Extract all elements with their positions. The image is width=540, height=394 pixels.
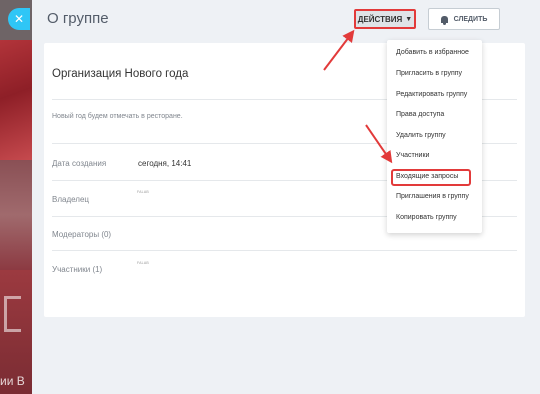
owner-avatar[interactable]: FALAB [137,190,149,194]
field-label-moderators: Модераторы (0) [52,230,112,239]
menu-item-copy[interactable]: Копировать группу [396,214,457,221]
follow-button[interactable]: СЛЕДИТЬ [428,8,500,30]
actions-button[interactable]: ДЕЙСТВИЯ ▼ [354,9,416,29]
field-label-members: Участники (1) [52,265,103,274]
menu-item-edit[interactable]: Редактировать группу [396,91,467,98]
divider [52,250,517,251]
actions-dropdown-menu: Добавить в избранное Пригласить в группу… [387,40,482,233]
field-label-created: Дата создания [52,159,107,168]
background-letter-shape [4,296,21,332]
menu-item-invitations[interactable]: Приглашения в группу [396,193,469,200]
menu-item-permissions[interactable]: Права доступа [396,111,444,118]
background-image-mid [0,160,32,270]
menu-item-add-favorites[interactable]: Добавить в избранное [396,49,469,56]
follow-button-label: СЛЕДИТЬ [453,15,488,23]
bell-icon [440,15,448,25]
background-image-roses [0,40,32,160]
page-title: О группе [47,10,109,27]
member-avatar[interactable]: FALAB [137,261,149,265]
highlight-box [391,169,471,186]
chevron-down-icon: ▼ [405,15,413,23]
close-icon: ✕ [13,12,25,26]
menu-item-delete[interactable]: Удалить группу [396,132,446,139]
background-page: ии В [0,0,32,394]
actions-button-label: ДЕЙСТВИЯ [357,14,403,24]
close-slider-button[interactable]: ✕ [8,8,30,30]
menu-item-members[interactable]: Участники [396,152,429,159]
group-description: Новый год будем отмечать в ресторане. [52,113,183,120]
group-name: Организация Нового года [52,68,189,80]
field-label-owner: Владелец [52,195,90,204]
menu-item-invite[interactable]: Пригласить в группу [396,70,462,77]
background-partial-text: ии В [0,374,25,388]
field-value-created: сегодня, 14:41 [138,159,192,168]
